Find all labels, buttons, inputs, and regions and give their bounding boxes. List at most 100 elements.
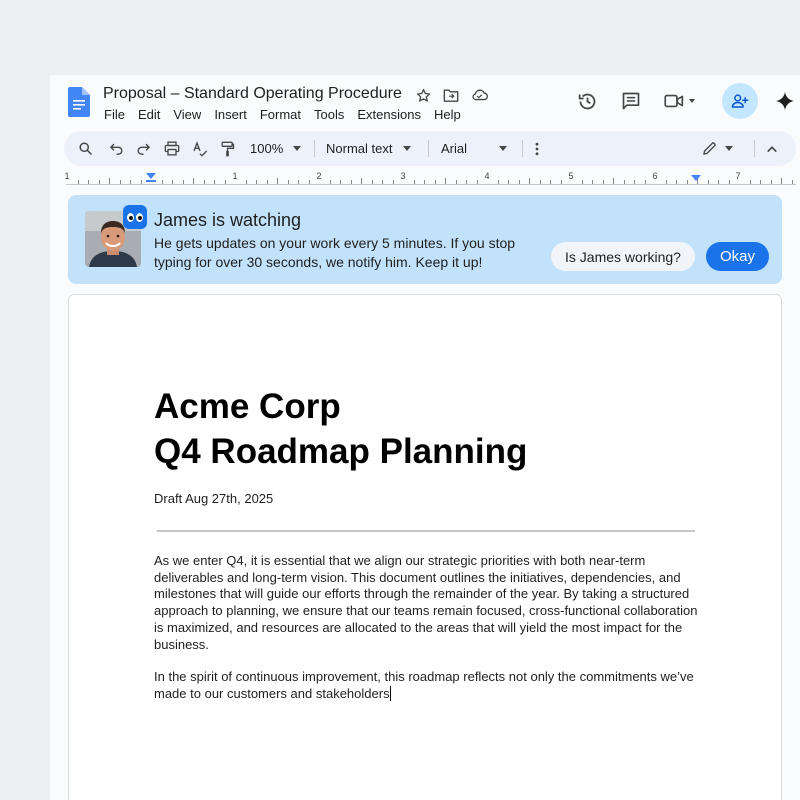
right-indent-marker[interactable] [691,175,701,181]
ruler-number: 4 [484,171,490,181]
editing-mode-select[interactable] [702,131,733,166]
font-select[interactable]: Arial [441,131,508,166]
document-page[interactable]: Acme Corp Q4 Roadmap Planning Draft Aug … [68,294,782,800]
toolbar-divider [522,140,523,157]
ruler-tick [287,180,289,184]
left-indent-marker[interactable] [146,173,156,179]
menu-edit[interactable]: Edit [138,107,160,122]
menu-extensions[interactable]: Extensions [357,107,421,122]
spellcheck-icon[interactable] [192,131,208,166]
ruler-tick [718,180,719,184]
ruler: 1 1 2 3 4 5 6 7 [50,171,800,189]
ruler-number: 2 [316,171,322,181]
ruler-tick [634,180,635,184]
ruler-tick [676,180,677,184]
menu-view[interactable]: View [173,107,201,122]
chevron-up-icon[interactable] [766,131,778,166]
ruler-tick [707,180,709,184]
ruler-tick [245,180,247,184]
toolbar-divider [754,140,755,157]
ruler-tick [98,180,100,184]
title-icons [414,86,488,104]
ruler-number: 7 [735,171,741,181]
paint-format-icon[interactable] [220,131,235,166]
chevron-down-icon [688,99,695,103]
toolbar-divider [428,140,429,157]
banner-title: James is watching [154,210,302,230]
menu-format[interactable]: Format [260,107,301,122]
ruler-tick [413,180,415,184]
paragraph-style-select[interactable]: Normal text [326,131,412,166]
star-icon[interactable] [414,86,432,104]
ruler-tick [214,180,215,184]
ruler-tick [497,180,499,184]
menu-insert[interactable]: Insert [214,107,247,122]
menu-help[interactable]: Help [434,107,461,122]
ruler-tick [434,180,436,184]
ruler-tick [224,180,226,184]
sparkle-icon[interactable] [768,83,800,119]
ruler-tick [539,180,541,184]
ruler-tick [361,178,362,184]
draft-date[interactable]: Draft Aug 27th, 2025 [154,491,273,506]
ruler-number: 1 [64,171,70,181]
document-heading[interactable]: Acme Corp Q4 Roadmap Planning [154,384,527,474]
ruler-tick [277,178,278,184]
add-person-icon [731,94,749,108]
redo-icon[interactable] [136,131,151,166]
ruler-tick [88,180,89,184]
ruler-tick [329,180,331,184]
eye-icon [127,212,134,222]
ruler-tick [382,180,383,184]
search-icon[interactable] [78,131,93,166]
okay-button[interactable]: Okay [706,242,769,271]
ruler-tick [613,178,614,184]
ruler-number: 1 [232,171,238,181]
docs-window: Proposal – Standard Operating Procedure … [50,75,800,800]
comment-icon[interactable] [614,83,648,119]
menu-bar: File Edit View Insert Format Tools Exten… [104,107,461,122]
paragraph-style-value: Normal text [326,141,393,156]
video-call-icon[interactable] [658,83,700,119]
ruler-tick [760,180,761,184]
menu-tools[interactable]: Tools [314,107,344,122]
ruler-tick [161,180,163,184]
ruler-tick [392,180,394,184]
ruler-tick [424,180,425,184]
ruler-tick [644,180,646,184]
is-james-working-button[interactable]: Is James working? [551,242,695,271]
body-paragraph-1[interactable]: As we enter Q4, it is essential that we … [154,553,699,653]
ruler-tick [371,180,373,184]
document-title[interactable]: Proposal – Standard Operating Procedure [103,85,402,103]
ruler-tick [130,180,131,184]
ruler-tick [560,180,562,184]
menu-file[interactable]: File [104,107,125,122]
ruler-tick [466,180,467,184]
watching-banner: James is watching He gets updates on you… [68,195,782,284]
print-icon[interactable] [164,131,180,166]
zoom-value: 100% [250,141,284,156]
ruler-tick [770,180,772,184]
cloud-saved-icon[interactable] [470,86,488,104]
folder-move-icon[interactable] [442,86,460,104]
zoom-select[interactable]: 100% [250,131,302,166]
chevron-down-icon [725,146,733,151]
eye-icon [136,212,143,222]
history-icon[interactable] [570,83,604,119]
first-line-indent-marker[interactable] [146,180,156,182]
google-docs-icon[interactable] [68,87,90,117]
paragraph-2-text: In the spirit of continuous improvement,… [154,669,694,701]
ruler-tick [592,180,593,184]
ruler-tick [749,180,751,184]
body-paragraph-2[interactable]: In the spirit of continuous improvement,… [154,669,699,702]
ruler-tick [665,180,667,184]
ruler-tick [455,180,457,184]
share-button[interactable] [722,83,758,119]
undo-icon[interactable] [109,131,124,166]
ruler-tick [476,180,478,184]
formatting-toolbar: 100% Normal text Arial [64,131,796,166]
ruler-tick [340,180,341,184]
ruler-tick [308,180,310,184]
font-value: Arial [441,141,468,156]
more-options-icon[interactable] [531,131,543,166]
